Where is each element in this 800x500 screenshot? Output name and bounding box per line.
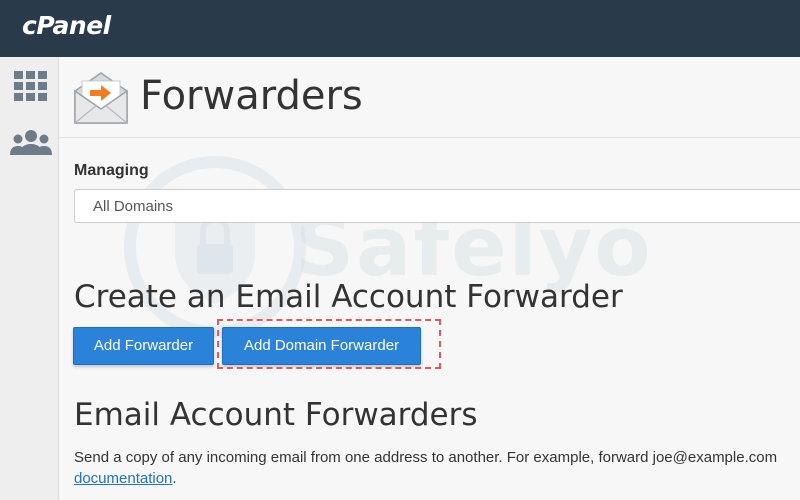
domain-select[interactable]: All Domains (74, 189, 800, 223)
documentation-link[interactable]: documentation (74, 470, 172, 487)
top-bar: cPanel (0, 0, 800, 57)
add-forwarder-button[interactable]: Add Forwarder (73, 327, 214, 365)
forwarders-description: Send a copy of any incoming email from o… (74, 449, 778, 466)
main-content: Forwarders Safelyo Managing All Domains … (59, 57, 800, 500)
managing-label: Managing (74, 162, 149, 179)
grid-icon[interactable] (14, 71, 48, 101)
sidebar (0, 57, 59, 500)
create-forwarder-heading: Create an Email Account Forwarder (74, 279, 623, 315)
documentation-suffix: . (172, 470, 177, 487)
page-header: Forwarders (59, 57, 800, 138)
page-title: Forwarders (140, 73, 363, 119)
envelope-forward-icon (74, 72, 128, 124)
users-icon[interactable] (10, 127, 52, 157)
cpanel-logo[interactable]: cPanel (22, 11, 111, 40)
documentation-line: documentation. (74, 470, 177, 487)
email-account-forwarders-heading: Email Account Forwarders (74, 397, 478, 433)
add-domain-forwarder-button[interactable]: Add Domain Forwarder (222, 327, 421, 365)
